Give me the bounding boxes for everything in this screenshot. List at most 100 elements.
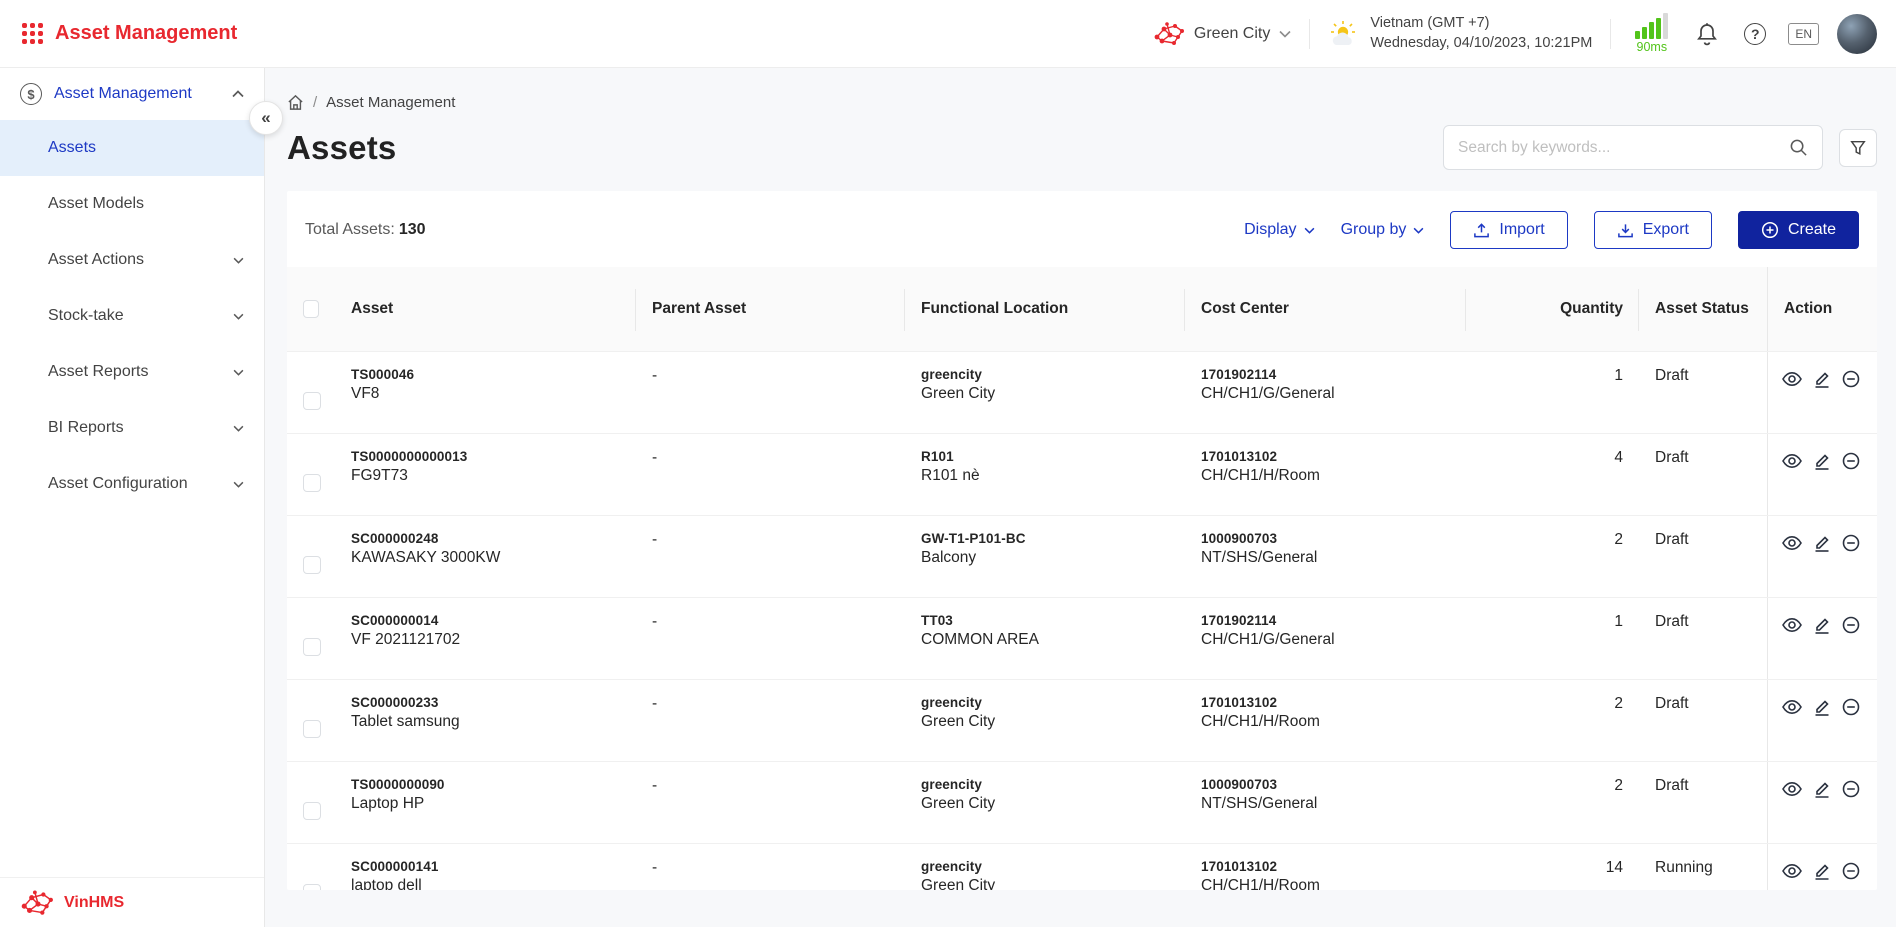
quantity-cell: 1 — [1466, 598, 1639, 679]
functional-location-cell: TT03 COMMON AREA — [905, 598, 1185, 679]
search-icon[interactable] — [1789, 138, 1808, 157]
asset-cell[interactable]: SC000000014 VF 2021121702 — [335, 598, 636, 679]
view-button[interactable] — [1781, 697, 1803, 717]
view-button[interactable] — [1781, 533, 1803, 553]
view-button[interactable] — [1781, 779, 1803, 799]
deactivate-button[interactable] — [1841, 369, 1861, 389]
search-input[interactable] — [1458, 139, 1789, 157]
chevron-down-icon — [233, 257, 244, 264]
deactivate-button[interactable] — [1841, 533, 1861, 553]
action-cell — [1767, 352, 1877, 433]
help-button[interactable]: ? — [1740, 19, 1770, 49]
minus-circle-icon — [1841, 779, 1861, 799]
column-header-cost-center[interactable]: Cost Center — [1185, 267, 1466, 351]
row-checkbox[interactable] — [303, 556, 321, 574]
card-toolbar: Total Assets:130 Display Group by Import — [287, 191, 1877, 267]
sidebar-item-label: Asset Actions — [48, 251, 233, 269]
action-cell — [1767, 762, 1877, 843]
deactivate-button[interactable] — [1841, 451, 1861, 471]
import-button[interactable]: Import — [1450, 211, 1567, 249]
edit-button[interactable] — [1812, 369, 1832, 389]
sidebar-item-asset-models[interactable]: Asset Models — [0, 176, 264, 232]
row-checkbox[interactable] — [303, 720, 321, 738]
deactivate-button[interactable] — [1841, 779, 1861, 799]
asset-cell[interactable]: TS000046 VF8 — [335, 352, 636, 433]
avatar[interactable] — [1837, 14, 1877, 54]
column-header-asset-status[interactable]: Asset Status — [1639, 267, 1767, 351]
asset-status-cell: Draft — [1639, 680, 1767, 761]
edit-button[interactable] — [1812, 697, 1832, 717]
assets-table: Asset Parent Asset Functional Location C… — [287, 267, 1877, 890]
column-header-parent-asset[interactable]: Parent Asset — [636, 267, 905, 351]
cost-center-code: 1701013102 — [1201, 449, 1450, 464]
select-all-checkbox[interactable] — [303, 300, 319, 318]
chevron-down-icon — [233, 425, 244, 432]
sidebar-item-assets[interactable]: Assets — [0, 120, 264, 176]
row-checkbox[interactable] — [303, 638, 321, 656]
deactivate-button[interactable] — [1841, 697, 1861, 717]
location-name: Green City — [921, 385, 1169, 403]
property-selector[interactable]: Green City — [1153, 21, 1291, 47]
asset-cell[interactable]: SC000000233 Tablet samsung — [335, 680, 636, 761]
location-code: GW-T1-P101-BC — [921, 531, 1169, 546]
sidebar-item-stock-take[interactable]: Stock-take — [0, 288, 264, 344]
plus-circle-icon — [1761, 221, 1779, 239]
home-icon[interactable] — [287, 94, 304, 111]
group-by-dropdown[interactable]: Group by — [1341, 221, 1425, 239]
deactivate-button[interactable] — [1841, 861, 1861, 881]
sidebar-item-asset-configuration[interactable]: Asset Configuration — [0, 456, 264, 512]
location-code: greencity — [921, 695, 1169, 710]
breadcrumb-current[interactable]: Asset Management — [326, 94, 455, 111]
chevron-down-icon — [233, 369, 244, 376]
export-button[interactable]: Export — [1594, 211, 1712, 249]
status-value: Draft — [1655, 695, 1751, 713]
column-header-functional-location[interactable]: Functional Location — [905, 267, 1185, 351]
edit-button[interactable] — [1812, 533, 1832, 553]
asset-name: FG9T73 — [351, 467, 620, 485]
view-button[interactable] — [1781, 369, 1803, 389]
sidebar-collapse-button[interactable]: « — [249, 101, 283, 135]
notifications-button[interactable] — [1692, 19, 1722, 49]
column-header-asset[interactable]: Asset — [335, 267, 636, 351]
cost-center-name: CH/CH1/H/Room — [1201, 877, 1450, 890]
create-button[interactable]: Create — [1738, 211, 1859, 249]
language-selector[interactable]: EN — [1788, 23, 1819, 45]
location-code: R101 — [921, 449, 1169, 464]
parent-asset-value: - — [652, 859, 889, 877]
edit-button[interactable] — [1812, 451, 1832, 471]
asset-cell[interactable]: TS0000000090 Laptop HP — [335, 762, 636, 843]
locale-datetime: Wednesday, 04/10/2023, 10:21PM — [1370, 34, 1592, 54]
filter-button[interactable] — [1839, 129, 1877, 167]
asset-cell[interactable]: SC000000248 KAWASAKY 3000KW — [335, 516, 636, 597]
row-checkbox[interactable] — [303, 474, 321, 492]
parent-asset-cell: - — [636, 762, 905, 843]
column-header-quantity[interactable]: Quantity — [1466, 267, 1639, 351]
asset-name: laptop dell — [351, 877, 620, 890]
sidebar-item-bi-reports[interactable]: BI Reports — [0, 400, 264, 456]
sidebar-item-label: Assets — [48, 139, 244, 157]
status-value: Running — [1655, 859, 1751, 877]
row-checkbox[interactable] — [303, 802, 321, 820]
edit-button[interactable] — [1812, 779, 1832, 799]
asset-name: KAWASAKY 3000KW — [351, 549, 620, 567]
view-button[interactable] — [1781, 861, 1803, 881]
edit-button[interactable] — [1812, 861, 1832, 881]
asset-cell[interactable]: SC000000141 laptop dell — [335, 844, 636, 890]
display-dropdown[interactable]: Display — [1244, 221, 1314, 239]
sidebar-section-asset-management[interactable]: $ Asset Management — [0, 68, 264, 120]
view-button[interactable] — [1781, 451, 1803, 471]
sidebar-item-asset-reports[interactable]: Asset Reports — [0, 344, 264, 400]
view-button[interactable] — [1781, 615, 1803, 635]
edit-button[interactable] — [1812, 615, 1832, 635]
sidebar-item-asset-actions[interactable]: Asset Actions — [0, 232, 264, 288]
asset-cell[interactable]: TS0000000000013 FG9T73 — [335, 434, 636, 515]
row-checkbox[interactable] — [303, 884, 321, 891]
search-box — [1443, 125, 1823, 170]
action-cell — [1767, 434, 1877, 515]
topbar-divider — [1309, 19, 1310, 49]
row-checkbox[interactable] — [303, 392, 321, 410]
deactivate-button[interactable] — [1841, 615, 1861, 635]
export-label: Export — [1643, 221, 1689, 239]
minus-circle-icon — [1841, 861, 1861, 881]
app-grid-icon[interactable] — [22, 23, 43, 44]
